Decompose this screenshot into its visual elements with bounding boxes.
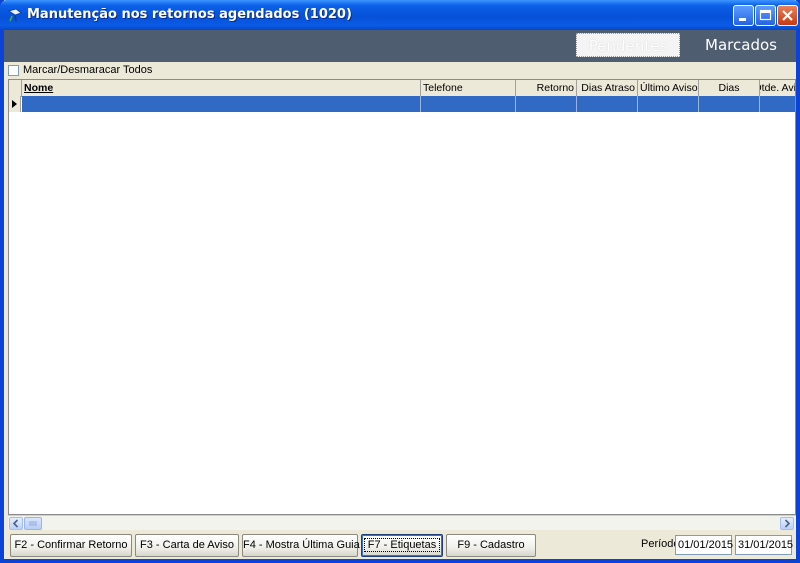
window-title: Manutenção nos retornos agendados (1020) <box>27 7 352 22</box>
current-row-arrow-icon <box>12 100 17 108</box>
cell-telefone[interactable] <box>421 96 516 112</box>
title-bar[interactable]: Manutenção nos retornos agendados (1020) <box>0 0 800 30</box>
labels-button-label: F7 - Etiquetas <box>363 538 441 552</box>
row-indicator-header <box>9 80 22 96</box>
column-header-dias[interactable]: Dias <box>699 80 760 96</box>
register-button[interactable]: F9 - Cadastro <box>446 534 536 557</box>
column-header-nome[interactable]: Nome <box>22 80 421 96</box>
select-all-checkbox[interactable] <box>8 65 19 76</box>
returns-grid[interactable]: Nome Telefone Retorno Dias Atraso Último… <box>8 79 796 515</box>
column-header-retorno[interactable]: Retorno <box>516 80 577 96</box>
table-row[interactable] <box>22 96 795 112</box>
labels-button[interactable]: F7 - Etiquetas <box>361 534 443 557</box>
tab-marcados[interactable]: Marcados <box>696 33 786 57</box>
confirm-return-button[interactable]: F2 - Confirmar Retorno <box>10 534 132 557</box>
column-header-qtde-aviso[interactable]: Qtde. Aviso <box>760 80 795 96</box>
close-icon <box>782 10 793 21</box>
column-header-ultimo-aviso[interactable]: Último Aviso <box>638 80 699 96</box>
cell-dias[interactable] <box>699 96 760 112</box>
row-indicator[interactable] <box>9 96 21 112</box>
select-all-label[interactable]: Marcar/Desmaracar Todos <box>23 64 152 76</box>
scroll-right-button[interactable] <box>780 517 794 530</box>
grip-icon <box>29 521 37 526</box>
cell-retorno[interactable] <box>516 96 577 112</box>
column-header-telefone[interactable]: Telefone <box>421 80 516 96</box>
main-window: Manutenção nos retornos agendados (1020)… <box>0 0 800 563</box>
column-header-dias-atraso[interactable]: Dias Atraso <box>577 80 638 96</box>
minimize-icon <box>739 18 746 21</box>
grid-header: Nome Telefone Retorno Dias Atraso Último… <box>9 80 795 97</box>
maximize-icon <box>759 9 772 21</box>
last-guide-button[interactable]: F4 - Mostra Última Guia <box>242 534 360 557</box>
horizontal-scrollbar[interactable] <box>8 515 796 530</box>
scroll-right-icon <box>784 519 791 528</box>
minimize-button[interactable] <box>733 5 754 26</box>
cell-dias-atraso[interactable] <box>577 96 638 112</box>
app-icon <box>7 7 23 23</box>
tab-pendentes[interactable]: Pendentes <box>576 33 680 57</box>
tab-bar: Pendentes Marcados <box>4 30 796 62</box>
period-start-field[interactable]: 01/01/2015 <box>675 535 733 555</box>
cell-qtde-aviso[interactable] <box>760 96 795 112</box>
period-end-field[interactable]: 31/01/2015 <box>735 535 793 555</box>
cell-nome[interactable] <box>22 96 421 112</box>
scroll-left-icon <box>12 519 19 528</box>
notice-letter-button[interactable]: F3 - Carta de Aviso <box>135 534 239 557</box>
period-label: Período <box>641 538 680 550</box>
scroll-left-button[interactable] <box>9 517 23 530</box>
maximize-button[interactable] <box>755 5 776 26</box>
cell-ultimo-aviso[interactable] <box>638 96 699 112</box>
scroll-thumb[interactable] <box>24 517 42 530</box>
close-button[interactable] <box>777 5 798 26</box>
